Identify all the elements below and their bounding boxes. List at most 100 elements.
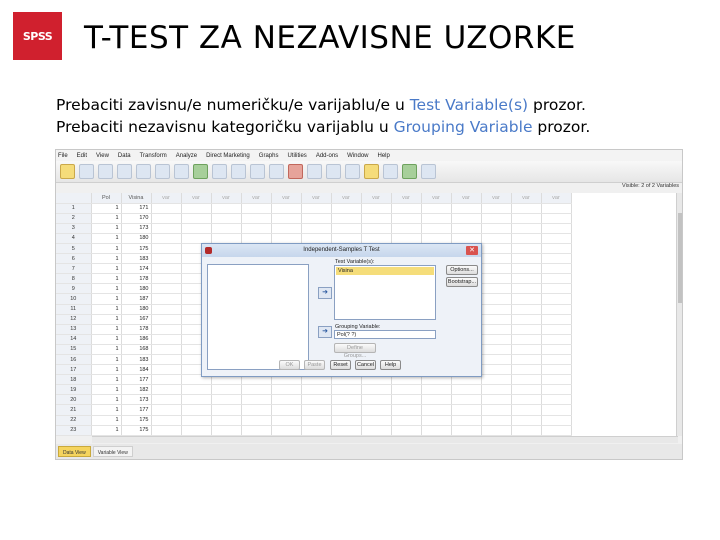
empty-cell[interactable]	[511, 213, 542, 224]
empty-cell[interactable]	[391, 203, 422, 214]
row-number[interactable]: 2	[56, 213, 92, 224]
row-number[interactable]: 3	[56, 223, 92, 234]
empty-cell[interactable]	[271, 223, 302, 234]
test-variables-list[interactable]: Visina	[334, 265, 436, 320]
empty-cell[interactable]	[451, 404, 482, 416]
empty-cell[interactable]	[481, 354, 512, 366]
empty-cell[interactable]	[211, 223, 242, 234]
data-cell[interactable]: 1	[91, 425, 122, 436]
empty-cell[interactable]	[151, 394, 182, 406]
test-variable-item[interactable]: Visina	[336, 267, 434, 275]
define-groups-button[interactable]: Define Groups...	[334, 343, 376, 359]
data-cell[interactable]: 1	[91, 223, 122, 234]
empty-cell[interactable]	[151, 203, 182, 214]
empty-cell[interactable]	[271, 394, 302, 406]
data-cell[interactable]: 168	[121, 344, 152, 356]
data-cell[interactable]: 1	[91, 334, 122, 345]
row-number[interactable]: 13	[56, 324, 92, 335]
empty-cell[interactable]	[541, 314, 572, 325]
empty-cell[interactable]	[481, 273, 512, 285]
data-cell[interactable]: 1	[91, 273, 122, 285]
menu-item[interactable]: Edit	[77, 153, 87, 159]
empty-cell[interactable]	[181, 404, 212, 416]
empty-cell[interactable]	[301, 415, 332, 426]
data-cell[interactable]: 1	[91, 203, 122, 214]
empty-cell[interactable]	[481, 425, 512, 436]
empty-cell[interactable]	[181, 415, 212, 426]
empty-cell[interactable]	[541, 364, 572, 376]
cancel-button[interactable]: Cancel	[355, 360, 376, 370]
row-number[interactable]: 14	[56, 334, 92, 345]
data-cell[interactable]: 175	[121, 243, 152, 255]
goto-case-icon[interactable]	[174, 164, 189, 179]
empty-cell[interactable]	[421, 415, 452, 426]
empty-cell[interactable]	[451, 213, 482, 224]
empty-cell[interactable]	[151, 324, 182, 335]
empty-cell[interactable]	[451, 425, 482, 436]
empty-cell[interactable]	[451, 203, 482, 214]
data-cell[interactable]: 1	[91, 304, 122, 315]
empty-column-header[interactable]: var	[241, 193, 272, 204]
empty-cell[interactable]	[481, 404, 512, 416]
empty-cell[interactable]	[421, 425, 452, 436]
goto-variable-icon[interactable]	[193, 164, 208, 179]
empty-column-header[interactable]: var	[331, 193, 362, 204]
options-button[interactable]: Options...	[446, 265, 478, 275]
empty-cell[interactable]	[481, 415, 512, 426]
empty-cell[interactable]	[541, 354, 572, 366]
data-cell[interactable]: 1	[91, 213, 122, 224]
empty-cell[interactable]	[541, 243, 572, 255]
empty-cell[interactable]	[211, 404, 242, 416]
empty-cell[interactable]	[511, 233, 542, 244]
empty-cell[interactable]	[301, 425, 332, 436]
empty-cell[interactable]	[541, 233, 572, 244]
empty-cell[interactable]	[331, 394, 362, 406]
empty-cell[interactable]	[241, 404, 272, 416]
empty-cell[interactable]	[211, 425, 242, 436]
empty-column-header[interactable]: var	[391, 193, 422, 204]
empty-cell[interactable]	[241, 223, 272, 234]
row-number[interactable]: 15	[56, 344, 92, 356]
empty-cell[interactable]	[151, 243, 182, 255]
data-cell[interactable]: 175	[121, 415, 152, 426]
empty-cell[interactable]	[391, 233, 422, 244]
empty-cell[interactable]	[331, 223, 362, 234]
empty-cell[interactable]	[361, 425, 392, 436]
empty-cell[interactable]	[391, 394, 422, 406]
empty-cell[interactable]	[421, 384, 452, 396]
menu-item[interactable]: Window	[347, 153, 368, 159]
empty-cell[interactable]	[211, 394, 242, 406]
empty-cell[interactable]	[481, 334, 512, 345]
data-cell[interactable]: 1	[91, 415, 122, 426]
empty-cell[interactable]	[481, 324, 512, 335]
data-cell[interactable]: 183	[121, 354, 152, 366]
empty-cell[interactable]	[541, 293, 572, 305]
empty-cell[interactable]	[271, 384, 302, 396]
insert-variable-icon[interactable]	[269, 164, 284, 179]
empty-cell[interactable]	[541, 324, 572, 335]
empty-cell[interactable]	[331, 384, 362, 396]
data-cell[interactable]: 1	[91, 253, 122, 265]
empty-cell[interactable]	[421, 394, 452, 406]
empty-cell[interactable]	[421, 213, 452, 224]
empty-cell[interactable]	[421, 203, 452, 214]
empty-cell[interactable]	[271, 203, 302, 214]
insert-cases-icon[interactable]	[250, 164, 265, 179]
empty-cell[interactable]	[241, 203, 272, 214]
data-cell[interactable]: 177	[121, 374, 152, 386]
empty-cell[interactable]	[361, 404, 392, 416]
empty-cell[interactable]	[241, 384, 272, 396]
empty-cell[interactable]	[481, 394, 512, 406]
tab-data-view[interactable]: Data View	[58, 446, 91, 457]
empty-cell[interactable]	[271, 213, 302, 224]
empty-cell[interactable]	[241, 415, 272, 426]
empty-cell[interactable]	[511, 263, 542, 275]
empty-cell[interactable]	[361, 233, 392, 244]
row-number[interactable]: 21	[56, 404, 92, 416]
data-cell[interactable]: 173	[121, 394, 152, 406]
empty-cell[interactable]	[301, 213, 332, 224]
empty-cell[interactable]	[361, 223, 392, 234]
empty-cell[interactable]	[511, 384, 542, 396]
paste-button[interactable]: Paste	[304, 360, 325, 370]
data-cell[interactable]: 186	[121, 334, 152, 345]
